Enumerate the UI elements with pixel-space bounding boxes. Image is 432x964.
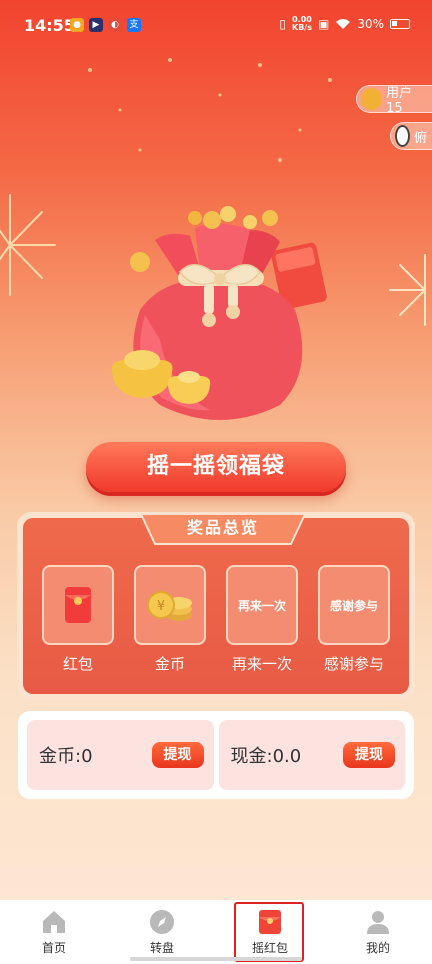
battery-percent: 30% [357,17,384,31]
prize-overview-title: 奖品总览 [186,518,259,537]
firework-decoration [389,254,426,326]
wifi-icon [336,19,351,29]
home-icon [43,911,65,933]
sparkles-decoration [88,58,332,162]
shake-to-claim-button[interactable]: 摇一摇领福袋 [86,442,346,492]
app-notification-icon: ● [70,18,84,32]
cash-balance: 现金:0.0 [230,746,302,767]
prize-item-try-again: 再来一次 再来一次 [226,565,298,674]
coin-balance-card: 金币:0 提现 [27,720,214,790]
bottom-nav: 首页 转盘 摇红包 我的 [0,900,432,964]
avatar [395,125,410,147]
user-chip[interactable]: 俯 [390,122,432,150]
prize-tile-text: 感谢参与 [329,598,378,613]
red-envelope-icon [65,587,91,623]
lucky-bag-illustration [111,206,327,420]
status-indicators: ▯ 0.00 KB/s ▣ 30% [279,16,410,32]
coins-icon: ¥ [147,591,192,621]
prize-item-coins: ¥ 金币 [134,565,206,674]
avatar [361,88,383,110]
compass-icon [150,910,174,934]
user-icon [367,911,389,934]
user-chip[interactable]: 用户15 [356,85,432,116]
status-app-icons: ● ▶ ◐ 支 [70,18,141,32]
alipay-icon: 支 [127,18,141,32]
user-chip-label: 俯 [413,130,427,146]
prize-tile: 感谢参与 [318,565,390,645]
app-notification-icon: ◐ [108,18,122,32]
prize-tile [42,565,114,645]
nav-item-wheel[interactable]: 转盘 [108,900,216,964]
prize-tile: ¥ [134,565,206,645]
withdraw-coins-button[interactable]: 提现 [151,742,204,768]
prize-tile-text: 再来一次 [237,598,286,613]
prize-tile: 再来一次 [226,565,298,645]
prize-item-thanks: 感谢参与 感谢参与 [318,565,390,674]
nav-item-home[interactable]: 首页 [0,900,108,964]
nav-label: 首页 [41,941,66,955]
status-time: 14:55 [24,16,75,35]
user-chip-label: 用户15 [386,86,413,116]
nav-label: 我的 [365,941,390,955]
prize-items: 红包 ¥ 金币 再来一次 再来一次 感谢参与 感谢参与 [42,565,390,674]
app-notification-icon: ▶ [89,18,103,32]
cash-balance-card: 现金:0.0 提现 [218,720,405,790]
prize-label: 再来一次 [231,655,292,673]
network-speed: 0.00 KB/s [292,16,312,32]
prize-overview-inner: 奖品总览 红包 ¥ 金币 再来一次 再来一次 感谢参与 感谢参与 [23,513,409,694]
nav-label: 转盘 [149,941,174,955]
firework-decoration [0,194,56,296]
vibrate-icon: ▯ [279,17,286,31]
prize-ribbon-title-wrap: 奖品总览 [141,510,305,546]
prize-item-red-envelope: 红包 [42,565,114,674]
balance-panel: 金币:0 提现 现金:0.0 提现 [18,711,414,799]
status-bar: 14:55 ● ▶ ◐ 支 ▯ 0.00 KB/s ▣ 30% [0,0,432,50]
home-indicator [130,957,302,961]
coin-balance: 金币:0 [39,746,93,767]
withdraw-cash-button[interactable]: 提现 [343,742,395,768]
nav-item-me[interactable]: 我的 [324,900,432,964]
prize-label: 感谢参与 [323,655,384,673]
svg-text:¥: ¥ [157,599,165,614]
battery-icon [390,19,410,29]
prize-overview-panel: 奖品总览 红包 ¥ 金币 再来一次 再来一次 感谢参与 感谢参与 [17,512,415,700]
prize-label: 金币 [154,655,185,673]
net-speed-unit: KB/s [292,23,312,32]
active-tab-highlight [234,902,304,962]
prize-label: 红包 [62,655,93,673]
sim-icon: ▣ [317,17,330,31]
